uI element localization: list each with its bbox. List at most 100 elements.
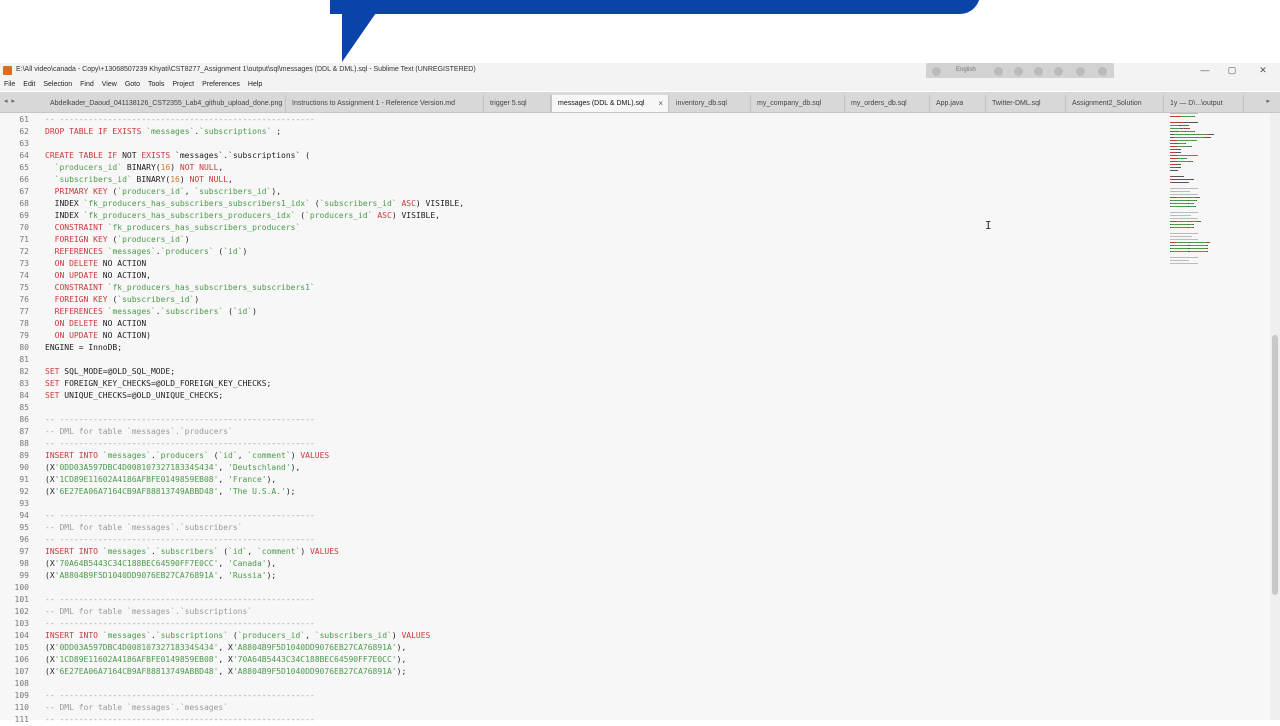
tab-4[interactable]: inventory_db.sql <box>670 95 751 112</box>
code-token: `producers_id` <box>305 211 373 220</box>
code-token: NO ACTION, <box>102 271 151 280</box>
line-number: 105 <box>14 643 29 652</box>
code-token: -- -------------------------------------… <box>45 535 315 544</box>
code-token: ) <box>242 247 248 256</box>
code-token: ); <box>285 487 296 496</box>
menu-view[interactable]: View <box>98 78 121 91</box>
code-token: INSERT INTO <box>45 631 103 640</box>
code-token: EXISTS <box>141 151 176 160</box>
line-number: 70 <box>19 223 29 232</box>
close-window-button[interactable]: ✕ <box>1250 63 1276 78</box>
minimap-segment <box>1170 236 1192 237</box>
minimap-segment <box>1170 257 1198 258</box>
menu-find[interactable]: Find <box>76 78 98 91</box>
tab-7[interactable]: App.java <box>930 95 986 112</box>
minus-icon[interactable] <box>994 67 1003 76</box>
code-token: ( <box>218 547 229 556</box>
minimap-segment <box>1188 125 1189 126</box>
screen-icon[interactable] <box>1054 67 1063 76</box>
menu-edit[interactable]: Edit <box>19 78 39 91</box>
minimap-segment <box>1177 158 1186 159</box>
menu-goto[interactable]: Goto <box>121 78 144 91</box>
code-token: ), <box>266 475 277 484</box>
tab-2[interactable]: trigger 5.sql <box>484 95 551 112</box>
maximize-button[interactable]: ▢ <box>1219 63 1245 78</box>
menu-file[interactable]: File <box>0 78 19 91</box>
scrollbar-thumb[interactable] <box>1272 335 1278 595</box>
code-token: BINARY( <box>136 175 171 184</box>
code-token: SET <box>45 391 65 400</box>
line-number: 86 <box>19 415 29 424</box>
pen-icon[interactable] <box>1014 67 1023 76</box>
menu-preferences[interactable]: Preferences <box>198 78 244 91</box>
code-token: -- -------------------------------------… <box>45 595 315 604</box>
menu-project[interactable]: Project <box>168 78 198 91</box>
code-token: `producers_id` <box>45 163 127 172</box>
line-number: 104 <box>14 631 29 640</box>
tab-8[interactable]: Twitter-DML.sql <box>986 95 1066 112</box>
minimap-segment <box>1176 167 1181 168</box>
code-token: `messages` <box>107 307 156 316</box>
code-token: `messages` <box>102 451 151 460</box>
line-number: 96 <box>19 535 29 544</box>
gear-icon[interactable] <box>1034 67 1043 76</box>
tab-label: Twitter-DML.sql <box>992 100 1041 107</box>
code-token: 'Russia' <box>228 571 267 580</box>
code-token: CONSTRAINT <box>45 223 108 232</box>
line-number: 68 <box>19 199 29 208</box>
line-code: `producers_id` BINARY(16) NOT NULL, <box>45 162 224 174</box>
minimap-segment <box>1170 239 1198 240</box>
code-token: NO ACTION <box>102 259 147 268</box>
tab-9[interactable]: Assignment2_Solution <box>1066 95 1164 112</box>
code-token: `producers_id` <box>117 235 185 244</box>
vertical-scrollbar[interactable] <box>1270 113 1280 720</box>
minimap-segment <box>1174 134 1198 135</box>
minimap-segment <box>1206 245 1208 246</box>
code-token: -- DML for table `messages`.`messages` <box>45 703 229 712</box>
code-token: INSERT INTO <box>45 451 103 460</box>
code-token: '0DD03A597DBC4D00810732718334S434' <box>54 643 219 652</box>
language-indicator[interactable]: English <box>956 67 976 73</box>
minimap-segment <box>1186 116 1194 117</box>
tab-0[interactable]: Abdelkader_Daoud_041138126_CST2355_Lab4_… <box>44 95 286 112</box>
tab-5[interactable]: my_company_db.sql <box>751 95 845 112</box>
blue-speech-bubble-tail <box>342 10 378 62</box>
tab-close-icon[interactable]: × <box>658 95 663 112</box>
code-token: `producers` <box>160 247 214 256</box>
minimap[interactable] <box>1170 113 1255 278</box>
code-token: FOREIGN KEY <box>45 235 113 244</box>
code-token: PRIMARY KEY <box>45 187 113 196</box>
code-token: `fk_producers_has_subscribers_subscriber… <box>83 199 310 208</box>
tab-6[interactable]: my_orders_db.sql <box>845 95 930 112</box>
minimap-segment <box>1170 116 1181 117</box>
code-token: ( <box>309 199 320 208</box>
line-number: 73 <box>19 259 29 268</box>
code-token: (X <box>45 463 55 472</box>
code-token: SET <box>45 367 65 376</box>
code-token: 'Deutschland' <box>228 463 291 472</box>
text-cursor-icon: I <box>985 219 992 232</box>
tab-3[interactable]: messages (DDL & DML).sql × <box>551 95 669 112</box>
tab-nav-arrows[interactable]: ◂ ▸ <box>4 97 16 105</box>
line-number: 110 <box>14 703 29 712</box>
code-token: `subscribers_id` <box>314 631 392 640</box>
tab-overflow-icon[interactable]: ▸ <box>1266 97 1270 105</box>
power-icon[interactable] <box>1098 67 1107 76</box>
minimap-segment <box>1177 143 1185 144</box>
code-token: (X <box>45 559 55 568</box>
tab-1[interactable]: Instructions to Assignment 1 - Reference… <box>286 95 484 112</box>
line-number: 87 <box>19 427 29 436</box>
code-token: `subscribers` <box>160 307 224 316</box>
minimize-button[interactable]: — <box>1192 63 1218 78</box>
line-code: -- DML for table `messages`.`producers` <box>45 426 233 438</box>
help-icon[interactable] <box>1076 67 1085 76</box>
menu-selection[interactable]: Selection <box>39 78 76 91</box>
code-token: '70A64B5443C34C188BEC64590FF7E0CC' <box>232 655 397 664</box>
tab-10[interactable]: 1y — D\...\output <box>1164 95 1244 112</box>
menu-tools[interactable]: Tools <box>144 78 168 91</box>
code-editor[interactable]: 61 -- -----------------------------------… <box>0 113 1270 724</box>
line-code: (X'6E27EA06A7164CB9AF88813749ABBD48', 'T… <box>45 486 295 498</box>
code-token: , <box>218 163 224 172</box>
code-token: , X <box>218 667 233 676</box>
menu-help[interactable]: Help <box>244 78 266 91</box>
